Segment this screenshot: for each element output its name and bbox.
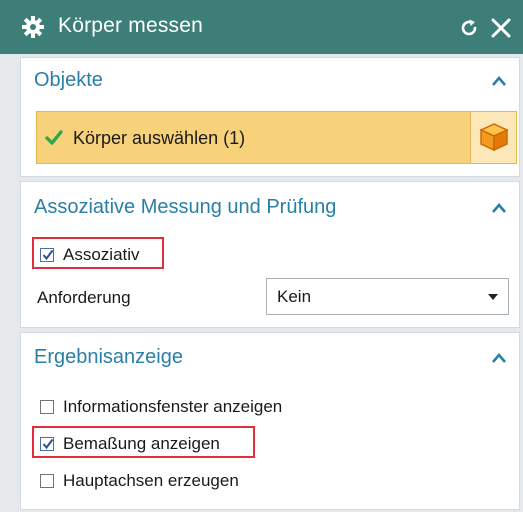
requirement-label: Anforderung: [37, 288, 131, 307]
create-principal-axes-row[interactable]: Hauptachsen erzeugen: [40, 471, 239, 491]
close-icon[interactable]: [490, 17, 512, 39]
show-dimension-row[interactable]: Bemaßung anzeigen: [40, 434, 220, 454]
show-info-window-checkbox[interactable]: [40, 400, 54, 414]
body-selection-label: Körper auswählen (1): [73, 128, 246, 148]
show-info-window-row[interactable]: Informationsfenster anzeigen: [40, 397, 282, 417]
objects-section-title[interactable]: Objekte: [34, 69, 103, 92]
associative-checkbox-row[interactable]: Assoziativ: [40, 245, 140, 265]
requirement-dropdown[interactable]: Kein: [266, 278, 509, 315]
associative-section: Assoziative Messung und Prüfung Assoziat…: [20, 181, 520, 328]
requirement-dropdown-value: Kein: [277, 287, 312, 306]
create-principal-axes-label: Hauptachsen erzeugen: [63, 471, 239, 490]
show-dimension-label: Bemaßung anzeigen: [63, 434, 220, 453]
results-section: Ergebnisanzeige Informationsfenster anze…: [20, 332, 520, 510]
chevron-down-icon: [488, 294, 498, 300]
chevron-up-icon[interactable]: [491, 75, 507, 87]
select-body-button[interactable]: [470, 112, 516, 163]
associative-checkbox[interactable]: [40, 248, 54, 262]
associative-checkbox-label: Assoziativ: [63, 245, 140, 264]
show-dimension-checkbox[interactable]: [40, 437, 54, 451]
chevron-up-icon[interactable]: [491, 202, 507, 214]
cube-icon: [479, 123, 509, 152]
body-selection-bar[interactable]: Körper auswählen (1): [36, 111, 517, 164]
gear-icon[interactable]: [22, 16, 44, 38]
reset-icon[interactable]: [458, 17, 480, 39]
objects-section: Objekte Körper auswählen (1): [20, 57, 520, 177]
dialog-titlebar: Körper messen: [0, 0, 523, 54]
checkmark-icon: [45, 130, 63, 145]
results-section-title[interactable]: Ergebnisanzeige: [34, 346, 183, 369]
associative-section-title[interactable]: Assoziative Messung und Prüfung: [34, 196, 336, 219]
checkbox-check-icon: [42, 249, 54, 261]
dialog-title: Körper messen: [58, 14, 203, 37]
show-info-window-label: Informationsfenster anzeigen: [63, 397, 283, 416]
create-principal-axes-checkbox[interactable]: [40, 474, 54, 488]
chevron-up-icon[interactable]: [491, 352, 507, 364]
checkbox-check-icon: [42, 438, 54, 450]
